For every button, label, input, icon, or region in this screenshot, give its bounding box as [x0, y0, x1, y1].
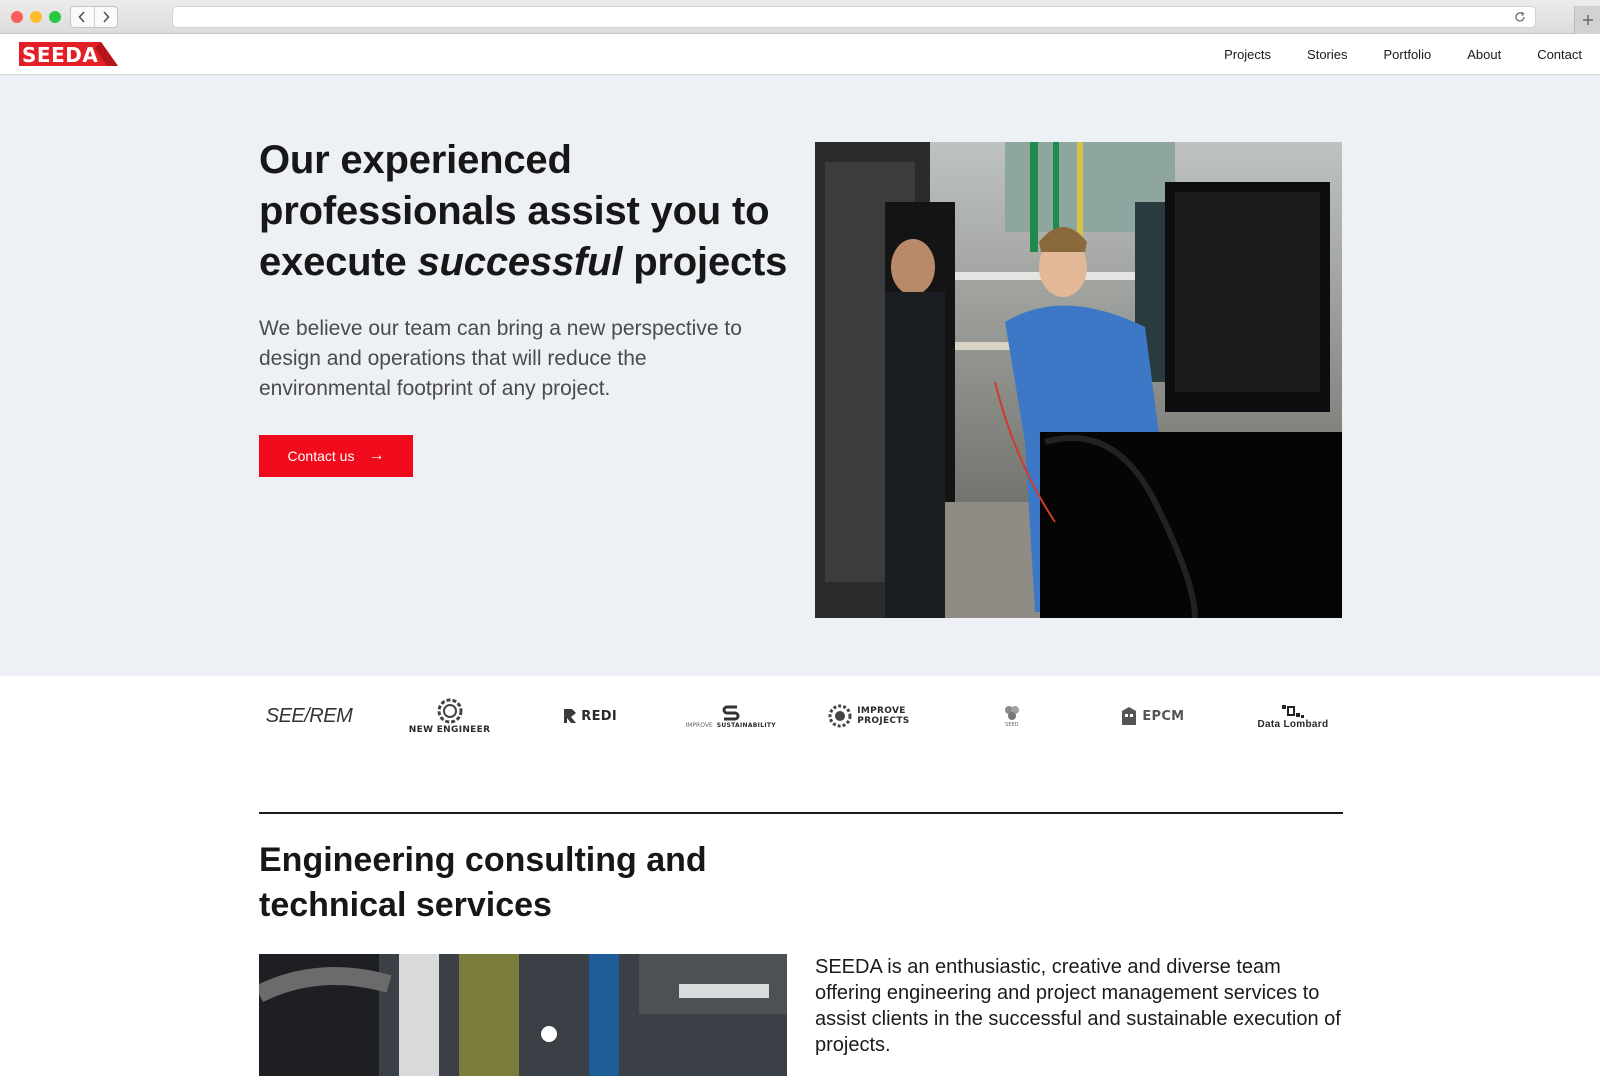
minimize-window-button[interactable] — [30, 11, 42, 23]
contact-us-button[interactable]: Contact us → — [259, 435, 413, 477]
gear-icon — [437, 698, 463, 724]
reload-icon[interactable] — [1513, 10, 1527, 24]
seed-mark-icon — [1004, 706, 1019, 720]
partner-name: SEED — [1005, 722, 1019, 728]
building-icon — [1122, 707, 1137, 725]
main-nav: Projects Stories Portfolio About Contact — [1188, 34, 1582, 74]
seeda-logo[interactable]: SEEDA — [17, 40, 120, 68]
back-button[interactable] — [71, 7, 94, 27]
nav-portfolio[interactable]: Portfolio — [1384, 47, 1432, 62]
data-pixels-icon — [1281, 704, 1304, 718]
partner-logos: SEE/REM NEW ENGINEER REDI IMPROVE SUSTAI… — [259, 690, 1343, 742]
new-tab-button[interactable] — [1574, 6, 1600, 34]
hero-title: Our experienced professionals assist you… — [259, 135, 799, 288]
partner-logo-improve-projects[interactable]: IMPROVE PROJECTS — [821, 703, 921, 729]
partner-logo-data-lombard[interactable]: Data Lombard — [1243, 703, 1343, 730]
nav-stories[interactable]: Stories — [1307, 47, 1347, 62]
partner-prefix: IMPROVE — [685, 721, 713, 729]
nav-about[interactable]: About — [1467, 47, 1501, 62]
chevron-right-icon — [103, 11, 110, 23]
hero-section: Our experienced professionals assist you… — [0, 75, 1600, 676]
services-description: SEEDA is an enthusiastic, creative and d… — [815, 956, 1341, 1056]
partner-logo-epcm[interactable]: EPCM — [1102, 705, 1202, 727]
plus-icon — [1582, 15, 1593, 25]
partner-logo-redi[interactable]: REDI — [540, 708, 640, 724]
chevron-left-icon — [78, 11, 85, 23]
partner-logo-seerem[interactable]: SEE/REM — [259, 705, 359, 728]
redi-mark-icon — [564, 709, 577, 723]
partner-name: EPCM — [1142, 708, 1185, 724]
partner-name: IMPROVE PROJECTS — [857, 706, 910, 726]
partner-name: SUSTAINABILITY — [716, 721, 776, 729]
sustainability-s-icon — [722, 705, 740, 720]
partner-name: REDI — [581, 708, 617, 724]
hero-title-text-end: projects — [622, 240, 788, 284]
browser-toolbar — [0, 0, 1600, 34]
nav-projects[interactable]: Projects — [1224, 47, 1271, 62]
partner-logo-new-engineer[interactable]: NEW ENGINEER — [400, 697, 500, 735]
zoom-window-button[interactable] — [49, 11, 61, 23]
hero-title-emphasis: successful — [417, 240, 623, 284]
hero-subtitle: We believe our team can bring a new pers… — [259, 317, 742, 400]
partner-logo-seed[interactable]: SEED — [962, 704, 1062, 728]
services-photo-pipes — [259, 954, 787, 1076]
services-title: Engineering consulting and technical ser… — [259, 841, 707, 924]
partner-name: NEW ENGINEER — [408, 725, 491, 735]
nav-contact[interactable]: Contact — [1537, 47, 1582, 62]
partner-name: Data Lombard — [1257, 718, 1329, 730]
history-buttons — [70, 6, 118, 28]
hero-photo-engineers-lab — [815, 142, 1342, 618]
gear-icon — [828, 704, 852, 728]
site-header: SEEDA Projects Stories Portfolio About C… — [0, 34, 1600, 75]
partner-name: SEE/REM — [265, 704, 353, 727]
arrow-right-icon: → — [368, 447, 385, 464]
close-window-button[interactable] — [11, 11, 23, 23]
address-bar[interactable] — [172, 6, 1536, 28]
forward-button[interactable] — [93, 7, 118, 27]
section-divider — [259, 812, 1343, 814]
partner-logo-improve-sustainability[interactable]: IMPROVE SUSTAINABILITY — [681, 704, 781, 729]
contact-us-label: Contact us — [287, 448, 355, 464]
logo-text: SEEDA — [22, 43, 98, 67]
